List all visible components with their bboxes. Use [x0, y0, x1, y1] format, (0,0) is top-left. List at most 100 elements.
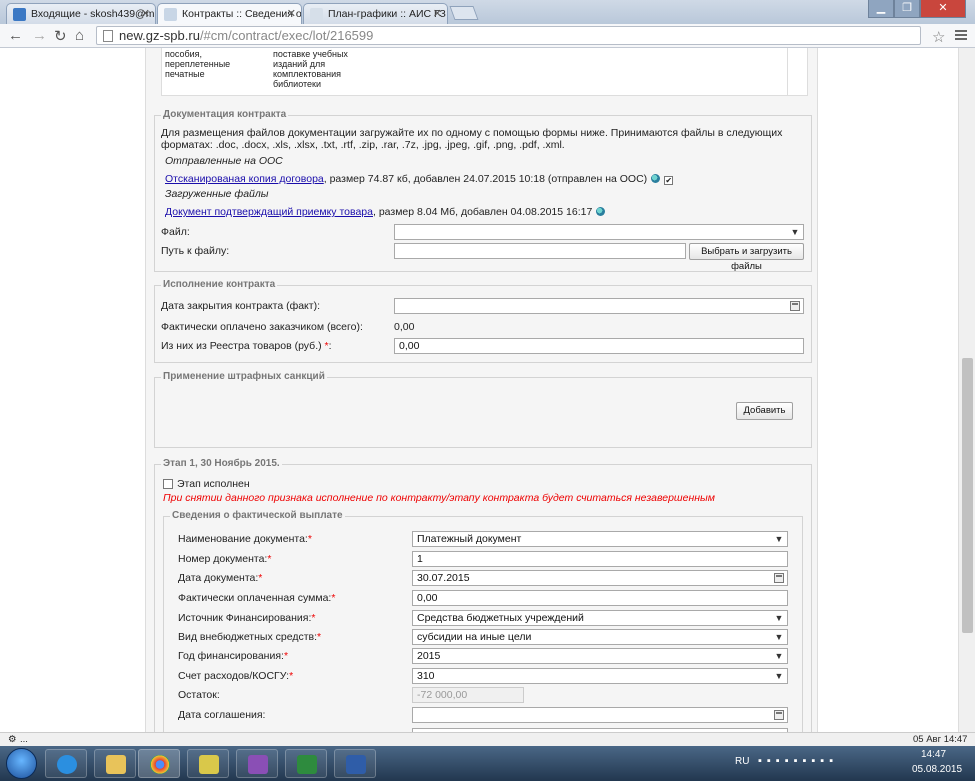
remainder-input: -72 000,00	[412, 687, 524, 703]
url-input[interactable]: new.gz-spb.ru/#cm/contract/exec/lot/2165…	[96, 26, 921, 45]
funding-source-select[interactable]: Средства бюджетных учреждений ▼	[412, 610, 788, 626]
paid-sum-input[interactable]: 0,00	[412, 590, 788, 606]
loaded-file-link[interactable]: Документ подтверждащий приемку товара	[165, 206, 373, 218]
paid-sum-label: Фактически оплаченная сумма:*	[178, 592, 336, 604]
status-datetime: 05 Авг 14:47	[913, 734, 968, 745]
reload-icon[interactable]: ↻	[54, 27, 67, 45]
chevron-down-icon: ▼	[774, 613, 784, 623]
calendar-icon[interactable]	[774, 710, 784, 720]
language-indicator[interactable]: RU	[735, 756, 749, 767]
start-button[interactable]	[6, 748, 37, 779]
chevron-down-icon: ▼	[790, 227, 800, 237]
contract-execution-section: Исполнение контракта Дата закрытия контр…	[154, 279, 812, 363]
docs-info-text: Для размещения файлов документации загру…	[161, 127, 783, 151]
sent-files-heading: Отправленные на ООС	[165, 155, 283, 167]
taskbar-explorer-button[interactable]	[94, 749, 136, 778]
contract-docs-section: Документация контракта Для размещения фа…	[154, 109, 812, 272]
tray-icons[interactable]: ▪▪▪▪▪▪▪▪▪	[758, 755, 838, 767]
books-icon	[248, 755, 268, 774]
paid-total-value: 0,00	[394, 321, 415, 333]
tab-inbox[interactable]: Входящие - skosh439@m ✕	[6, 3, 156, 24]
mail-favicon-icon	[13, 8, 26, 21]
paid-total-label: Фактически оплачено заказчиком (всего):	[161, 321, 363, 333]
minimize-button[interactable]: ▁	[868, 0, 894, 18]
doc-name-select[interactable]: Платежный документ ▼	[412, 531, 788, 547]
site-favicon-icon	[310, 8, 323, 21]
word-icon	[346, 755, 366, 774]
doc-number-input[interactable]: 1	[412, 551, 788, 567]
windows-taskbar: RU ▪▪▪▪▪▪▪▪▪ 14:47 05.08.2015	[0, 746, 975, 781]
expense-account-select[interactable]: 310 ▼	[412, 668, 788, 684]
doc-date-label: Дата документа:*	[178, 572, 263, 584]
table-cell: пособия, переплетенные печатные	[165, 49, 231, 79]
calendar-icon[interactable]	[790, 301, 800, 311]
stage-warning-text: При снятии данного признака исполнение п…	[163, 492, 715, 504]
taskbar-ie-button[interactable]	[45, 749, 87, 778]
view-icon[interactable]	[596, 207, 606, 216]
chevron-down-icon: ▼	[774, 651, 784, 661]
agreement-date-input[interactable]	[412, 707, 788, 723]
tab-contracts[interactable]: Контракты :: Сведения о ✕	[157, 3, 302, 24]
file-label: Файл:	[161, 226, 190, 238]
sent-file-row: Отсканированая копия договора, размер 74…	[165, 173, 674, 185]
stage-section: Этап 1, 30 Ноябрь 2015. Этап исполнен Пр…	[154, 458, 812, 732]
add-penalty-button[interactable]: Добавить	[736, 402, 793, 420]
forward-arrow-icon[interactable]: →	[32, 27, 47, 44]
chevron-down-icon: ▼	[774, 632, 784, 642]
maximize-button[interactable]: ❐	[894, 0, 920, 18]
stage-done-checkbox[interactable]	[163, 479, 173, 489]
taskbar-excel-button[interactable]	[285, 749, 327, 778]
doc-name-label: Наименование документа:*	[178, 533, 312, 545]
site-favicon-icon	[164, 8, 177, 21]
offbudget-type-select[interactable]: субсидии на иные цели ▼	[412, 629, 788, 645]
tab-plan-schedules[interactable]: План-графики :: АИС ГЗ ✕	[303, 3, 448, 24]
close-tab-icon[interactable]: ✕	[433, 7, 442, 20]
close-date-input[interactable]	[394, 298, 804, 314]
file-path-input[interactable]	[394, 243, 686, 259]
page-icon	[103, 30, 113, 42]
taskbar-word-button[interactable]	[334, 749, 376, 778]
menu-icon[interactable]	[955, 30, 967, 42]
doc-number-label: Номер документа:*	[178, 553, 272, 565]
close-window-button[interactable]: ✕	[920, 0, 966, 18]
close-tab-icon[interactable]: ✕	[287, 7, 296, 20]
clock-date[interactable]: 05.08.2015	[912, 764, 962, 775]
penalties-section: Применение штрафных санкций Добавить	[154, 371, 812, 448]
checkbox-icon[interactable]: ✔	[664, 176, 674, 185]
chevron-down-icon: ▼	[774, 671, 784, 681]
calendar-icon[interactable]	[774, 573, 784, 583]
funding-year-label: Год финансирования:*	[178, 650, 289, 662]
clock-time[interactable]: 14:47	[921, 749, 946, 760]
folder-icon	[106, 755, 126, 774]
bookmark-star-icon[interactable]: ☆	[932, 28, 945, 46]
sent-file-link[interactable]: Отсканированая копия договора	[165, 173, 324, 185]
doc-date-input[interactable]: 30.07.2015	[412, 570, 788, 586]
taskbar-chrome-button[interactable]	[138, 749, 180, 778]
back-arrow-icon[interactable]: ←	[8, 27, 23, 44]
address-bar: ← → ↻ ⌂ new.gz-spb.ru/#cm/contract/exec/…	[0, 24, 975, 48]
home-icon[interactable]: ⌂	[75, 27, 84, 44]
new-tab-button[interactable]	[449, 6, 479, 20]
close-tab-icon[interactable]: ✕	[141, 7, 150, 20]
table-cell: поставке учебных изданий для комплектова…	[273, 49, 348, 89]
payment-section: Сведения о фактической выплате Наименова…	[163, 510, 803, 732]
browser-status-bar: ⚙ ... 05 Авг 14:47	[0, 732, 975, 746]
specification-table: пособия, переплетенные печатные поставке…	[161, 48, 808, 96]
registry-amount-input[interactable]: 0,00	[394, 338, 804, 354]
chrome-icon	[150, 755, 170, 774]
agreement-date-label: Дата соглашения:	[178, 709, 266, 721]
upload-files-button[interactable]: Выбрать и загрузить файлы	[689, 243, 804, 272]
taskbar-app-button[interactable]	[187, 749, 229, 778]
remainder-label: Остаток:	[178, 689, 220, 701]
taskbar-app-button[interactable]	[236, 749, 278, 778]
page-scrollbar[interactable]	[958, 48, 975, 732]
scrollbar-thumb[interactable]	[962, 358, 973, 633]
view-icon[interactable]	[651, 174, 661, 183]
section-title: Этап 1, 30 Ноябрь 2015.	[161, 458, 282, 469]
status-text: ...	[20, 734, 28, 745]
file-select[interactable]: ▼	[394, 224, 804, 240]
app-icon	[199, 755, 219, 774]
section-title: Документация контракта	[161, 109, 289, 120]
section-title: Применение штрафных санкций	[161, 371, 327, 382]
funding-year-select[interactable]: 2015 ▼	[412, 648, 788, 664]
